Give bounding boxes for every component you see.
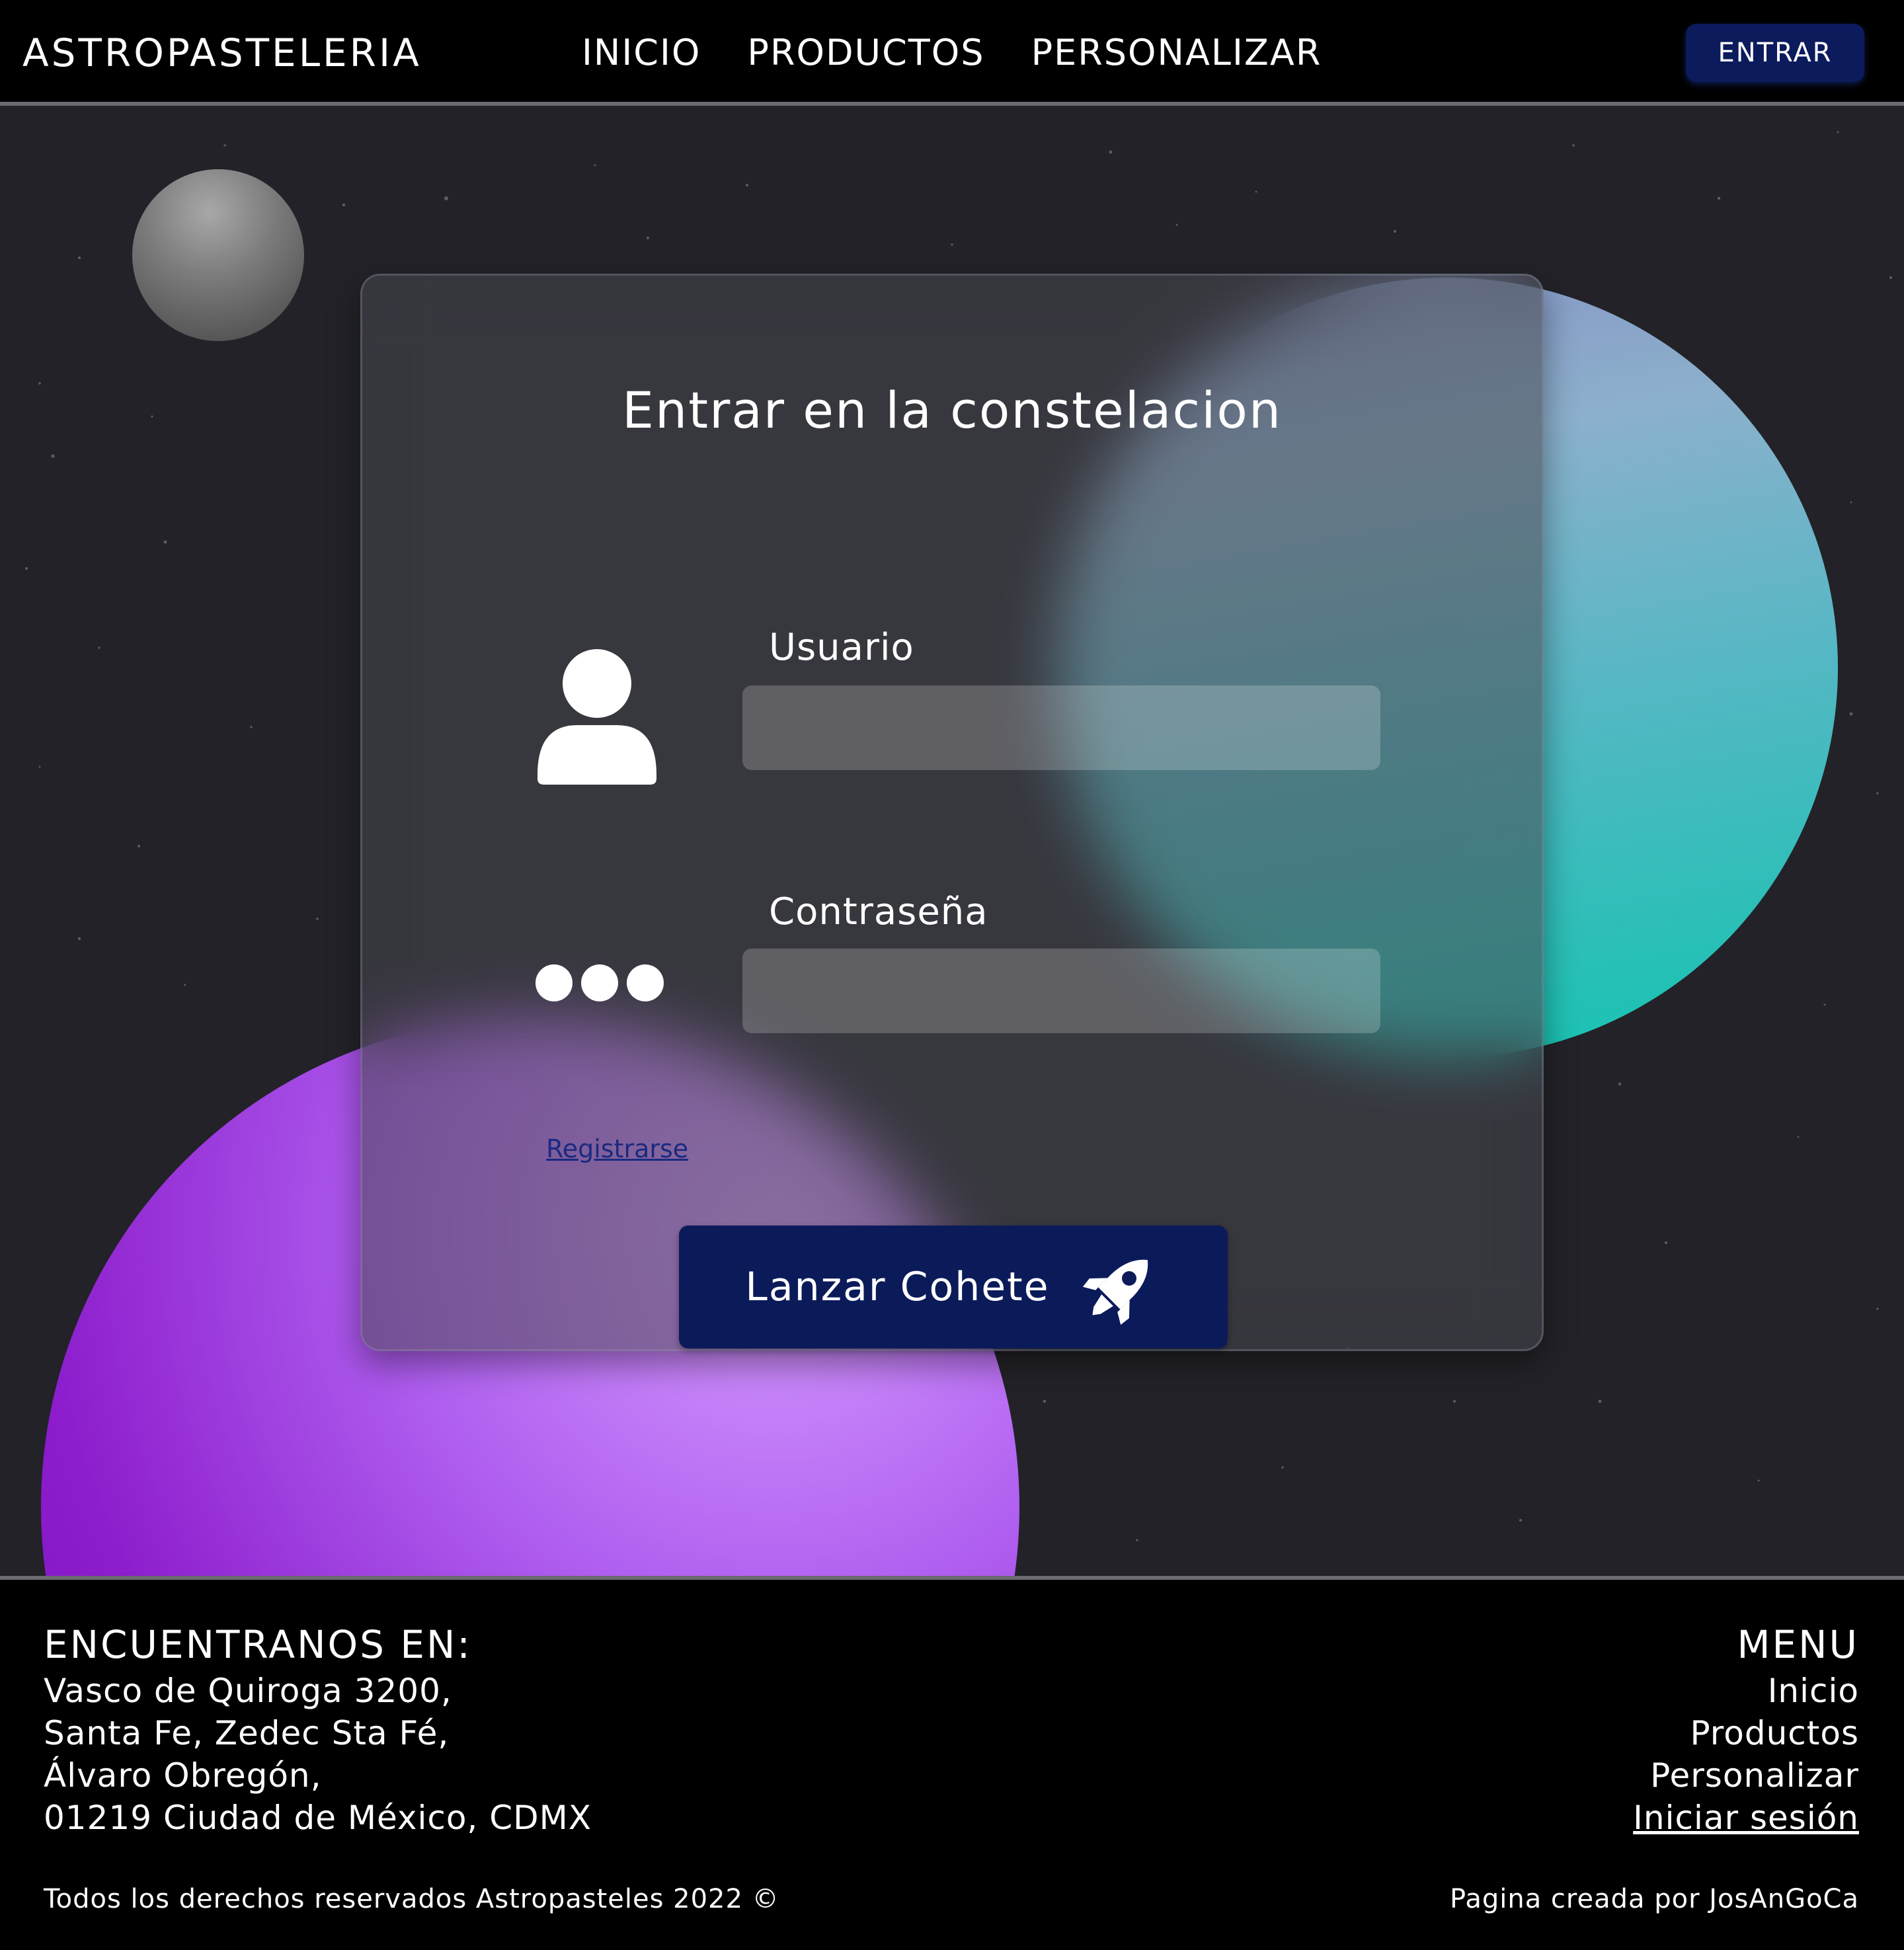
- space-background: Entrar en la constelacion Usuario Contra…: [0, 106, 1904, 1580]
- footer-link-personalizar[interactable]: Personalizar: [1633, 1754, 1859, 1797]
- user-icon: [537, 649, 656, 785]
- gray-planet: [132, 169, 304, 341]
- footer-link-inicio[interactable]: Inicio: [1633, 1670, 1859, 1712]
- copyright-text: Todos los derechos reservados Astropaste…: [44, 1884, 779, 1914]
- password-input[interactable]: [742, 949, 1380, 1033]
- footer-menu-heading: MENU: [1737, 1622, 1859, 1667]
- password-label: Contraseña: [769, 890, 988, 933]
- username-input[interactable]: [742, 685, 1380, 770]
- username-label: Usuario: [769, 626, 914, 669]
- address-line: 01219 Ciudad de México, CDMX: [44, 1799, 592, 1837]
- footer-link-iniciar-sesion[interactable]: Iniciar sesión: [1633, 1797, 1859, 1839]
- rocket-icon: [1082, 1259, 1148, 1325]
- address-heading: ENCUENTRANOS EN:: [44, 1622, 472, 1667]
- brand-logo[interactable]: ASTROPASTELERIA: [22, 29, 422, 77]
- launch-rocket-label: Lanzar Cohete: [745, 1264, 1050, 1310]
- footer-link-productos[interactable]: Productos: [1633, 1712, 1859, 1754]
- register-link[interactable]: Registrarse: [546, 1132, 688, 1165]
- enter-button[interactable]: ENTRAR: [1686, 24, 1864, 82]
- login-card: Entrar en la constelacion Usuario Contra…: [360, 274, 1544, 1351]
- nav-link-inicio[interactable]: INICIO: [582, 29, 701, 77]
- site-footer: ENCUENTRANOS EN: Vasco de Quiroga 3200, …: [0, 1580, 1904, 1950]
- password-dots-icon: [536, 964, 664, 1001]
- main-nav: INICIO PRODUCTOS PERSONALIZAR: [582, 29, 1322, 77]
- footer-menu: MENU Inicio Productos Personalizar Inici…: [1633, 1619, 1859, 1839]
- address-line: Santa Fe, Zedec Sta Fé,: [44, 1714, 450, 1752]
- address-line: Álvaro Obregón,: [44, 1756, 322, 1795]
- top-navbar: ASTROPASTELERIA INICIO PRODUCTOS PERSONA…: [0, 0, 1904, 106]
- author-credit: Pagina creada por JosAnGoCa: [1450, 1884, 1859, 1914]
- address-line: Vasco de Quiroga 3200,: [44, 1672, 452, 1710]
- nav-link-productos[interactable]: PRODUCTOS: [747, 29, 984, 77]
- launch-rocket-button[interactable]: Lanzar Cohete: [679, 1226, 1228, 1348]
- nav-link-personalizar[interactable]: PERSONALIZAR: [1031, 29, 1322, 77]
- address-block: ENCUENTRANOS EN: Vasco de Quiroga 3200, …: [44, 1619, 592, 1839]
- login-title: Entrar en la constelacion: [622, 381, 1282, 440]
